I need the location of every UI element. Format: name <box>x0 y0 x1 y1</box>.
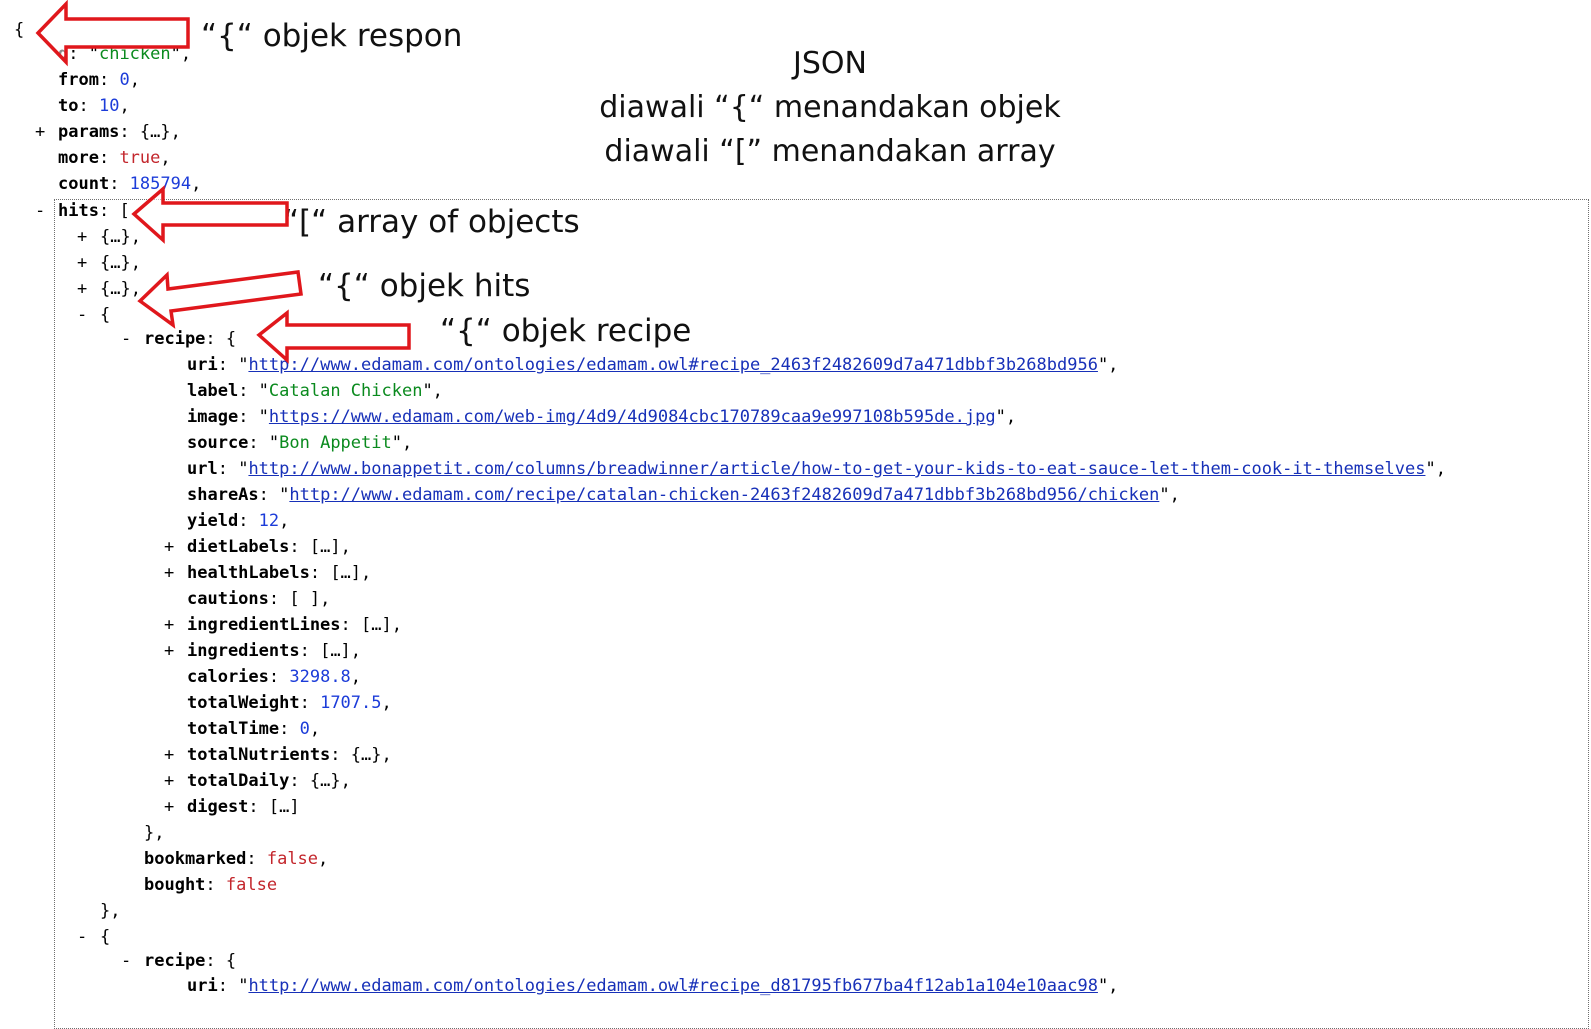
arrow-hits-object <box>137 270 303 329</box>
arrow-respon <box>35 0 190 67</box>
arrow-recipe-object <box>256 309 411 364</box>
callout-arrows <box>35 0 411 364</box>
arrow-hits-array <box>131 185 289 244</box>
